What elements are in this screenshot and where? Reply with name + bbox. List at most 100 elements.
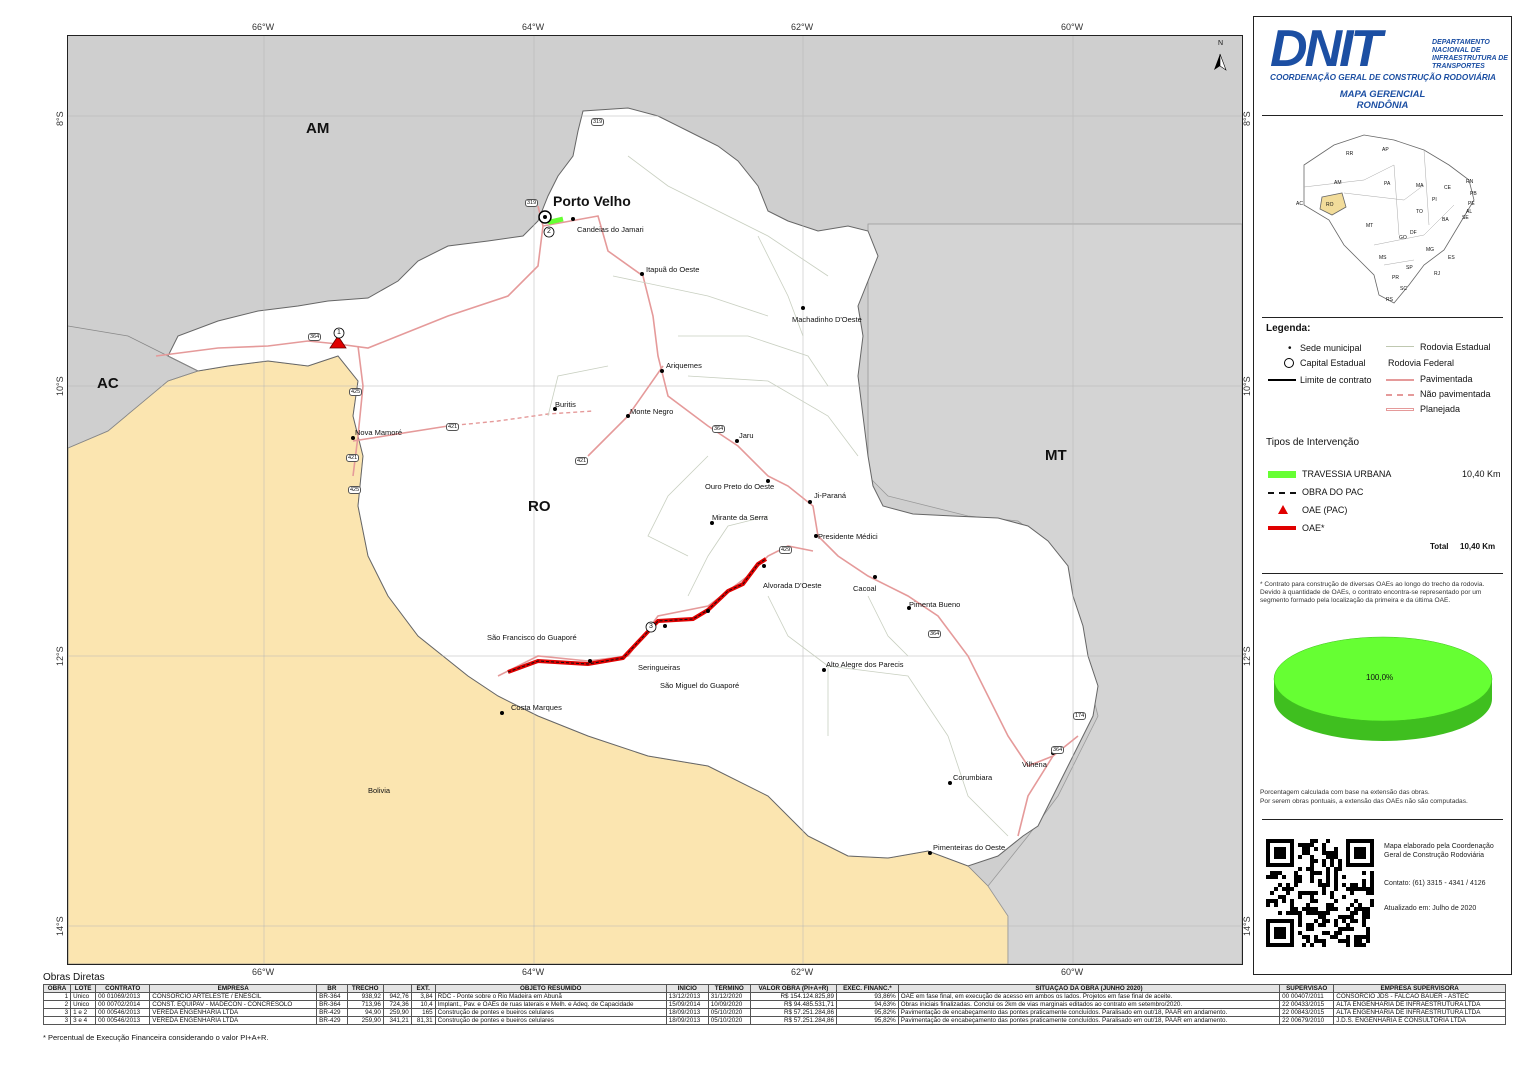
city-label: Ouro Preto do Oeste <box>705 482 775 491</box>
road-shield: 174 <box>1073 712 1087 720</box>
label-ro: RO <box>528 498 551 515</box>
road-shield: 319 <box>525 199 539 207</box>
minimap-label: MS <box>1379 255 1387 261</box>
qr-code-icon <box>1266 839 1374 947</box>
label-ac: AC <box>97 375 119 392</box>
map-canvas[interactable]: AM AC RO MT Bolivia Porto Velho N 1 2 3 … <box>67 35 1243 965</box>
side-panel: DNIT DEPARTAMENTO NACIONAL DE INFRAESTRU… <box>1253 16 1512 975</box>
divider <box>1262 115 1503 116</box>
planned-road-icon <box>1386 408 1414 411</box>
capital-icon <box>1284 358 1294 368</box>
table-cell: 15/09/2014 <box>665 1000 709 1009</box>
divider <box>1262 819 1503 820</box>
table-header-cell: VALOR OBRA (PI+A+R) <box>749 984 838 993</box>
table-header-row: OBRA LOTE CONTRATO EMPRESA BR TRECHO EXT. OBJET… <box>42 984 1506 993</box>
minimap-label: RO <box>1326 202 1334 208</box>
city-label: Machadinho D'Oeste <box>792 315 862 324</box>
coord-bottom: 66°W <box>252 967 275 977</box>
coord-left: 12°S <box>55 646 65 666</box>
minimap-label: AC <box>1296 201 1303 207</box>
table-cell: 00 01069/2013 <box>95 992 151 1001</box>
coord-bottom: 64°W <box>522 967 545 977</box>
minimap-label: DF <box>1410 230 1417 236</box>
table-header-cell: EMPRESA <box>149 984 318 993</box>
label-bolivia: Bolivia <box>368 786 391 795</box>
minimap-label: PR <box>1392 275 1399 281</box>
minimap-label: RN <box>1466 179 1474 185</box>
city-label: São Francisco do Guaporé <box>487 633 577 642</box>
coord-bottom: 62°W <box>791 967 814 977</box>
road-shield: 421 <box>446 423 460 431</box>
road-shield: 421 <box>575 457 589 465</box>
table-cell: 00 00407/2011 <box>1279 992 1335 1001</box>
table-cell: 81,31 <box>410 1016 436 1025</box>
brazil-minimap: RR AP AM PA MA CE RN PB PE AL SE PI TO B… <box>1284 125 1484 310</box>
table-header-cell: OBJETO RESUMIDO <box>434 984 667 993</box>
table-cell: Único <box>70 1000 97 1009</box>
table-cell: J.D.S. ENGENHARIA E CONSULTORIA LTDA <box>1333 1016 1506 1025</box>
table-cell: 1 <box>42 992 72 1001</box>
city-label: Cacoal <box>853 584 877 593</box>
table-row: 2 Único 00 00702/2014 CONST. EQUIPAV - MADE… <box>42 1000 1506 1009</box>
coord-top: 64°W <box>522 22 545 32</box>
travessia-icon <box>1268 471 1296 478</box>
coord-left: 14°S <box>55 916 65 936</box>
table-cell: CONST. EQUIPAV - MADECON - CONCRESOLO <box>149 1000 318 1009</box>
table-cell: Obras iniciais finalizadas. Conclui os 2… <box>897 1000 1281 1009</box>
minimap-label: PE <box>1468 201 1475 207</box>
minimap-label: SE <box>1462 215 1469 221</box>
minimap-label: RR <box>1346 151 1354 157</box>
city-label: Ariquemes <box>666 361 702 370</box>
table-header-cell: SUPERVISÃO <box>1279 984 1335 993</box>
marker-label: 2 <box>547 228 551 235</box>
table-cell: Implant., Pav. e OAEs de ruas laterais e… <box>434 1000 667 1009</box>
panel-header: DNIT DEPARTAMENTO NACIONAL DE INFRAESTRU… <box>1254 17 1511 115</box>
table-cell: 00 00702/2014 <box>95 1000 151 1009</box>
divider <box>1262 573 1503 574</box>
road-shield: 364 <box>712 425 726 433</box>
city-label: Costa Marques <box>511 703 562 712</box>
dot-icon: • <box>1288 343 1292 354</box>
table-cell: 10,4 <box>410 1000 436 1009</box>
map-title-main: MAPA GERENCIAL <box>1339 89 1426 100</box>
minimap-label: CE <box>1444 185 1451 191</box>
table-cell: Construção de pontes e bueiros celulares <box>434 1008 667 1017</box>
label-am: AM <box>306 120 330 137</box>
minimap-label: PI <box>1432 197 1437 203</box>
table-header-cell <box>382 984 412 993</box>
table-cell: 942,76 <box>382 992 412 1001</box>
oae-icon <box>1268 526 1296 530</box>
city-label: Buritis <box>555 400 576 409</box>
limit-line-icon <box>1268 379 1296 381</box>
table-header-cell: EXEC. FINANC.* <box>836 984 899 993</box>
minimap-label: SP <box>1406 265 1413 271</box>
city-label: Monte Negro <box>630 407 674 416</box>
table-cell: 10/09/2020 <box>707 1000 751 1009</box>
table-cell: 938,92 <box>346 992 384 1001</box>
pac-icon <box>1268 492 1296 494</box>
coord-left: 8°S <box>55 111 65 126</box>
table-cell: 259,90 <box>346 1016 384 1025</box>
table-header-cell: EMPRESA SUPERVISORA <box>1333 984 1506 993</box>
total-label: Total <box>1430 542 1449 551</box>
minimap-label: GO <box>1399 235 1407 241</box>
table-cell: R$ 57.251.284,86 <box>749 1008 838 1017</box>
table-cell: 05/10/2020 <box>707 1008 751 1017</box>
table-cell: 22 00433/2015 <box>1279 1000 1335 1009</box>
table-cell: 95,82% <box>836 1008 899 1017</box>
coord-top: 66°W <box>252 22 275 32</box>
table-cell: Construção de pontes e bueiros celulares <box>434 1016 667 1025</box>
coord-right: 10°S <box>1242 376 1252 396</box>
table-cell: Pavimentação de encabeçamento das pontes… <box>897 1008 1281 1017</box>
table-cell: 3 <box>42 1016 72 1025</box>
paved-road-icon <box>1386 379 1414 381</box>
table-cell: 3 e 4 <box>70 1016 97 1025</box>
tipo-value: 10,40 Km <box>1462 469 1501 479</box>
city-label: Alto Alegre dos Parecis <box>826 660 904 669</box>
road-shield: 425 <box>349 388 363 396</box>
table-header-cell: CONTRATO <box>95 984 151 993</box>
agency-name: DEPARTAMENTO NACIONAL DE INFRAESTRUTURA … <box>1432 39 1508 70</box>
road-shield: 425 <box>348 486 362 494</box>
city-label: Seringueiras <box>638 663 681 672</box>
coord-right: 12°S <box>1242 646 1252 666</box>
